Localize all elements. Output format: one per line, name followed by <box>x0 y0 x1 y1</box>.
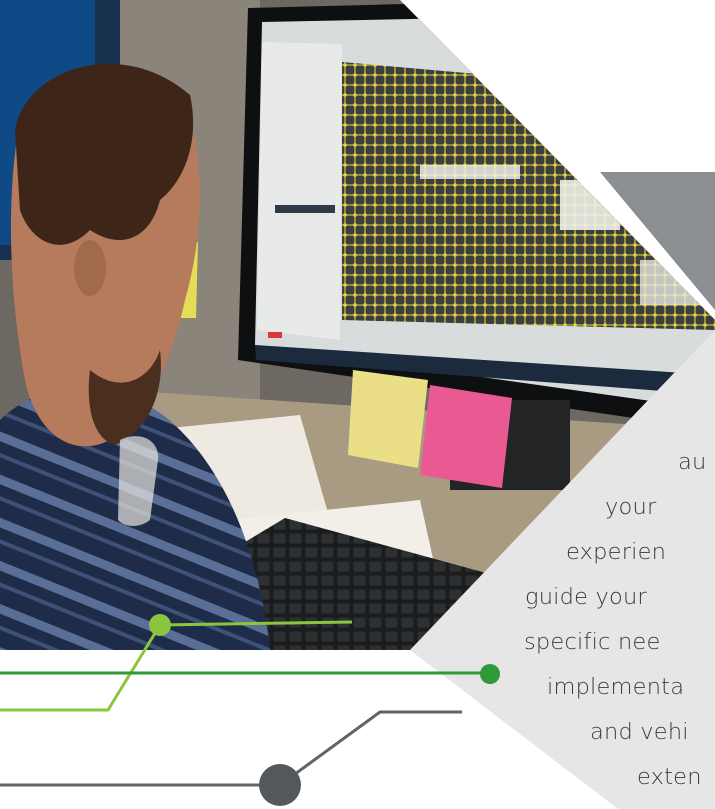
photo-scene <box>0 0 715 809</box>
grey-connector <box>0 710 462 806</box>
connector-node <box>259 764 301 806</box>
sticky-note <box>420 385 512 488</box>
sticky-note <box>348 370 428 468</box>
dark-green-connector <box>0 664 500 684</box>
infographic-stage: au your experien guide your specific nee… <box>0 0 715 809</box>
connector-node <box>480 664 500 684</box>
connector-node <box>149 614 171 636</box>
